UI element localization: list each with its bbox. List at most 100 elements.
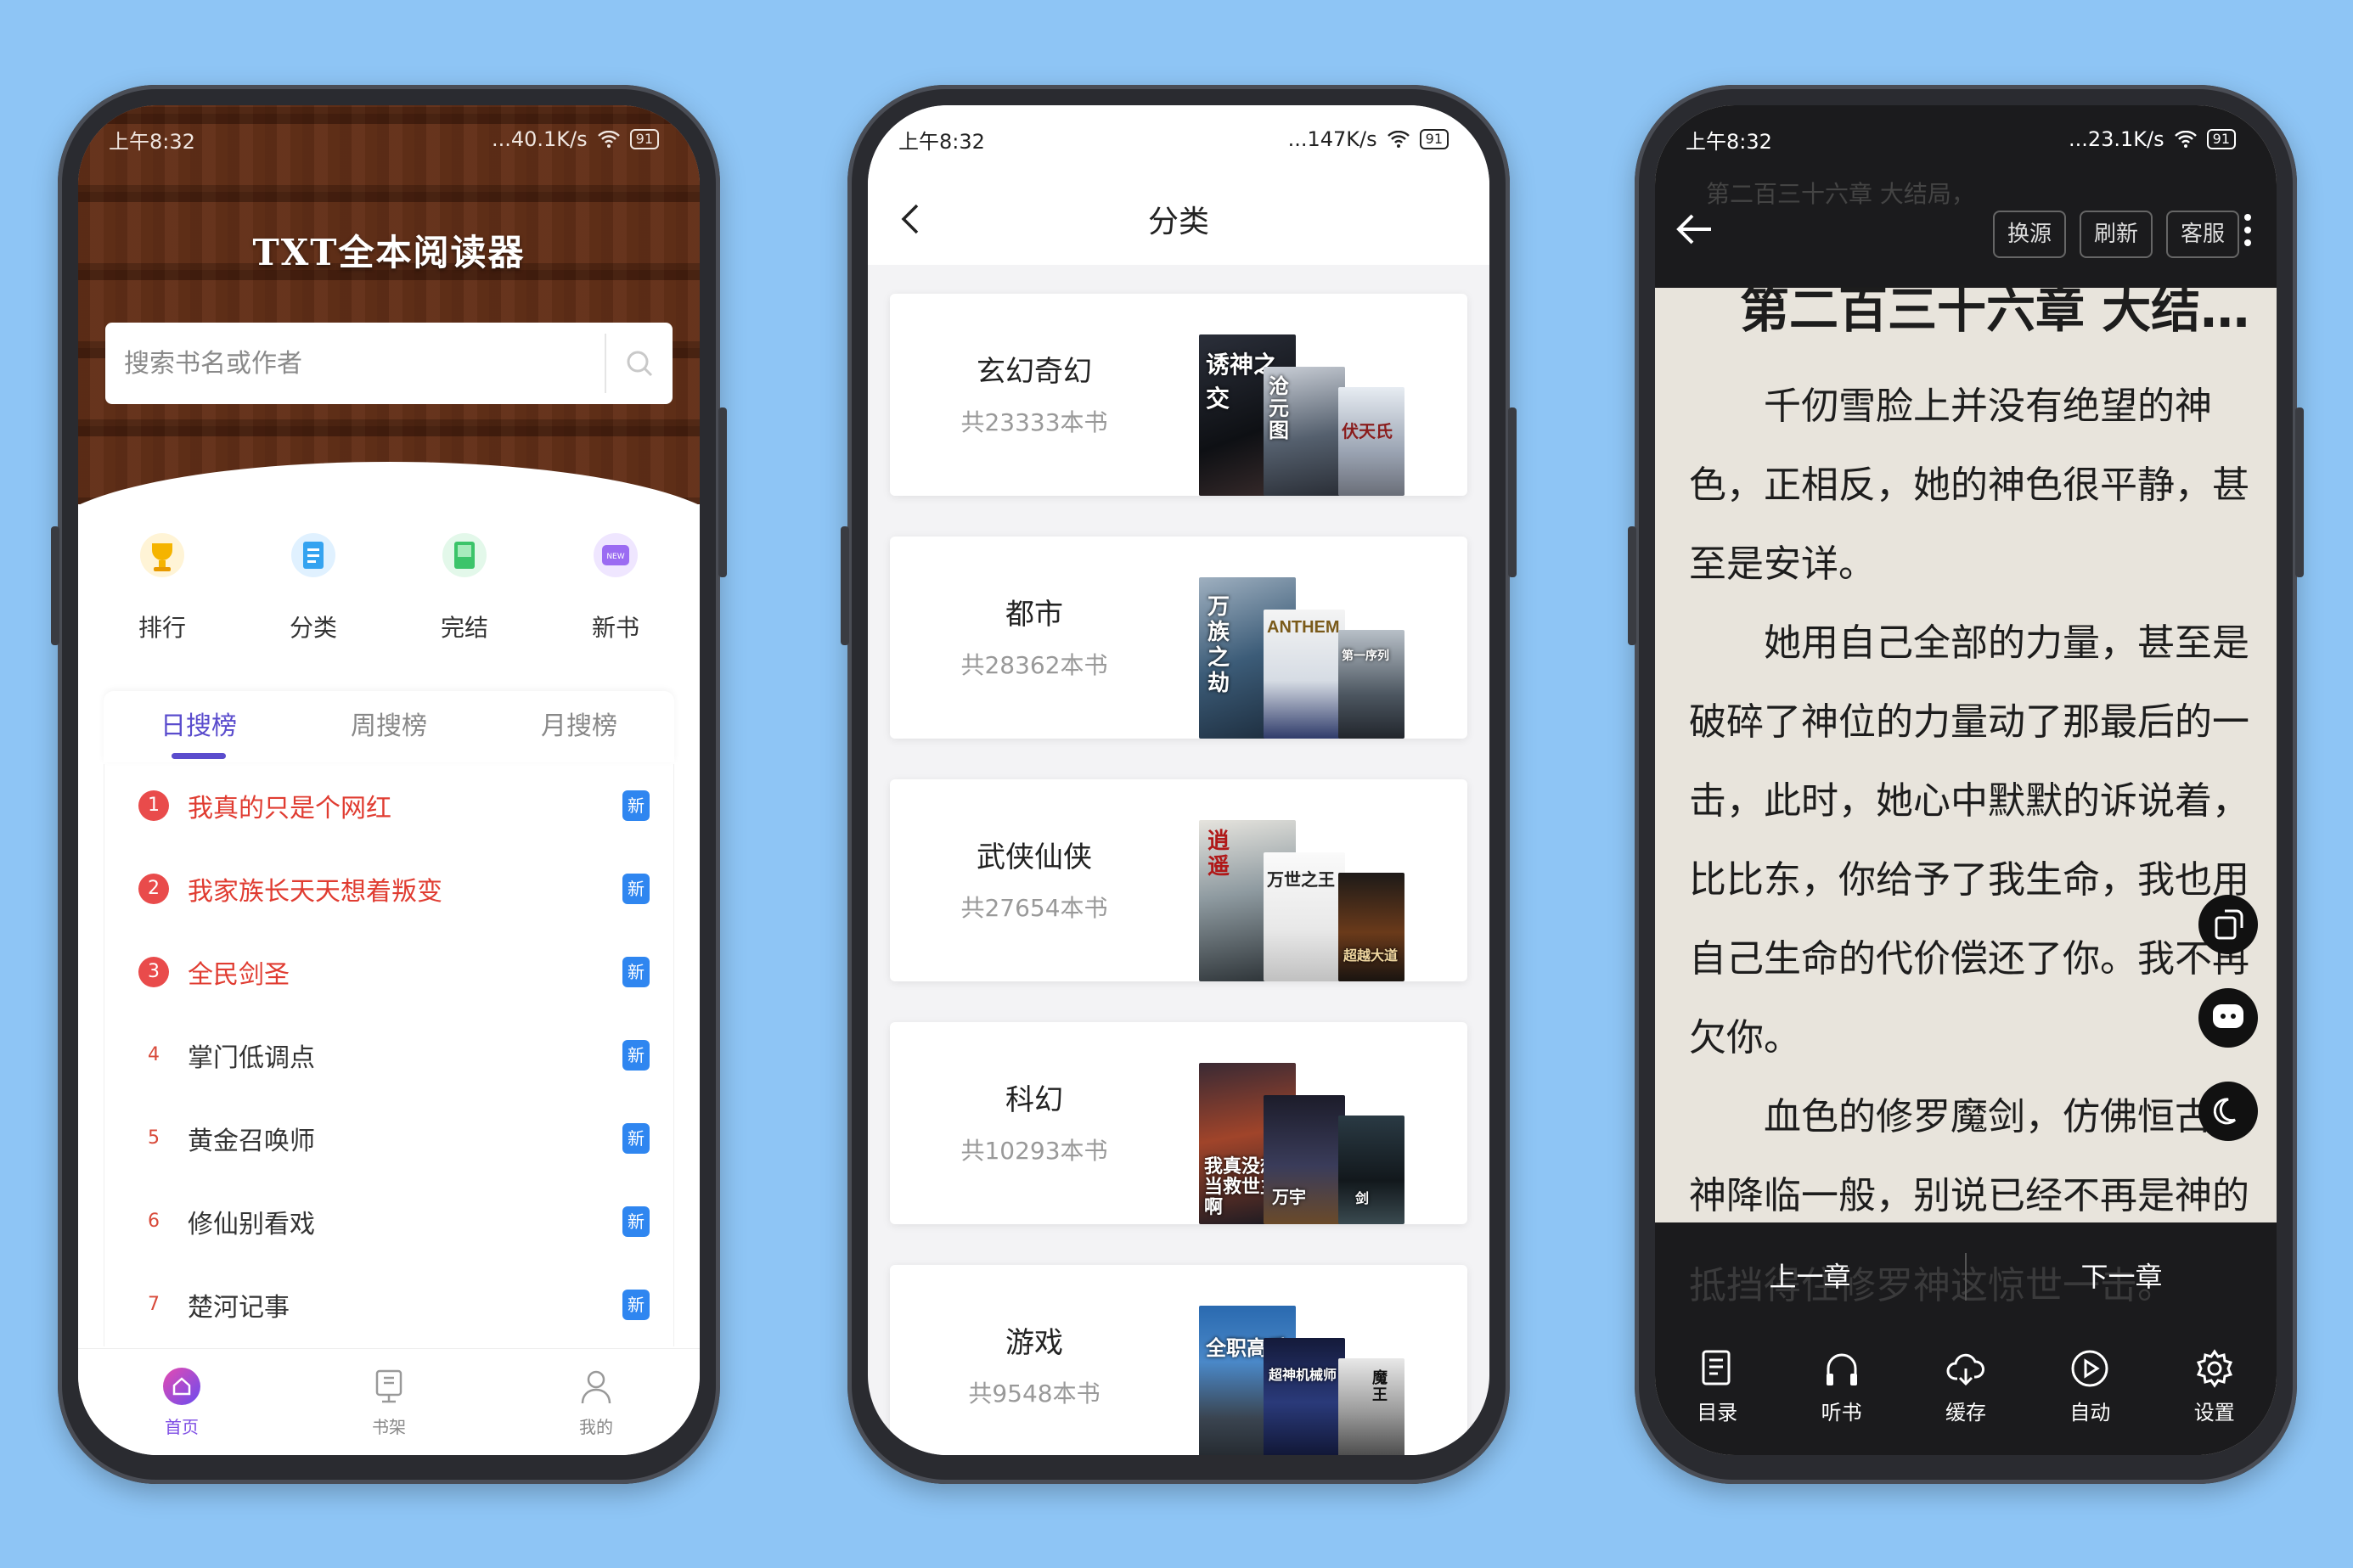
rotate-screen-icon[interactable] (2198, 895, 2258, 954)
home-screen: 上午8:32 ...40.1K/s 91 TXT全本阅读器 排行 分类 完结 N… (78, 105, 700, 1455)
tool-cache[interactable]: 缓存 (1919, 1341, 2012, 1425)
cover-title: 万宇 (1272, 1187, 1306, 1207)
nav-mine[interactable]: 我的 (545, 1366, 647, 1438)
network-speed: ...23.1K/s (2068, 127, 2164, 151)
new-badge: 新 (622, 1123, 650, 1154)
trophy-icon (137, 530, 188, 581)
customer-service-button[interactable]: 客服 (2166, 211, 2239, 258)
category-name: 玄幻奇幻 (977, 355, 1092, 389)
tool-auto-label: 自动 (2069, 1401, 2111, 1425)
chat-icon[interactable] (2198, 988, 2258, 1048)
shortcut-ranking[interactable]: 排行 (103, 530, 222, 643)
reader-toolbar: 目录 听书 缓存 自动 设置 (1655, 1341, 2277, 1425)
search-icon[interactable] (606, 349, 673, 378)
shortcut-category-label: 分类 (289, 614, 337, 642)
more-menu-icon[interactable] (2243, 214, 2253, 252)
shortcut-new-label: 新书 (591, 614, 639, 642)
cover-title: ANTHEM (1267, 618, 1340, 637)
list-item[interactable]: 4 掌门低调点 新 (104, 1014, 673, 1097)
tool-settings[interactable]: 设置 (2168, 1341, 2261, 1425)
book-cover: ANTHEM (1264, 610, 1345, 739)
headphones-icon (1795, 1341, 1889, 1389)
category-shortcuts: 排行 分类 完结 NEW 新书 (78, 530, 700, 643)
nav-bookshelf[interactable]: 书架 (338, 1366, 440, 1438)
rank-number: 3 (138, 957, 169, 987)
book-title: 全民剑圣 (188, 960, 290, 990)
svg-text:NEW: NEW (606, 553, 624, 561)
tool-listen[interactable]: 听书 (1795, 1341, 1889, 1425)
cover-title: 万世之王 (1267, 869, 1335, 890)
book-cover: 剑 (1338, 1116, 1404, 1224)
app-title: TXT全本阅读器 (252, 232, 526, 273)
previous-chapter-button[interactable]: 上一章 (1655, 1243, 1965, 1311)
search-bar[interactable] (105, 323, 673, 404)
book-title: 我家族长天天想着叛变 (188, 877, 442, 907)
status-time: 上午8:32 (109, 129, 195, 154)
list-item[interactable]: 7 楚河记事 新 (104, 1263, 673, 1346)
book-cover: 伏天氏 (1338, 387, 1404, 496)
status-time: 上午8:32 (1686, 129, 1772, 154)
nav-home-label: 首页 (165, 1417, 199, 1437)
tool-auto[interactable]: 自动 (2043, 1341, 2136, 1425)
new-badge: 新 (622, 1206, 650, 1237)
tab-weekly[interactable]: 周搜榜 (294, 691, 484, 762)
tool-catalog[interactable]: 目录 (1670, 1341, 1764, 1425)
battery-icon: 91 (2206, 129, 2236, 149)
category-card-wuxia[interactable]: 武侠仙侠 共27654本书 逍遥 万世之王 超越大道 (890, 779, 1467, 981)
rank-number: 4 (148, 1044, 160, 1065)
change-source-button[interactable]: 换源 (1993, 211, 2066, 258)
cover-title: 逍遥 (1207, 829, 1230, 880)
status-bar: 上午8:32 ...23.1K/s 91 (1655, 105, 2277, 173)
cover-title: 超神机械师 (1269, 1367, 1337, 1383)
paragraph: 千仞雪脸上并没有绝望的神色，正相反，她的神色很平静，甚至是安详。 (1689, 385, 2249, 586)
category-name: 武侠仙侠 (977, 840, 1092, 874)
back-arrow-icon[interactable] (888, 195, 936, 243)
category-card-fantasy[interactable]: 玄幻奇幻 共23333本书 诱神之交 沧元图 伏天氏 (890, 294, 1467, 496)
book-cover: 超越大道 (1338, 873, 1404, 981)
cover-title: 万族之劫 (1207, 594, 1230, 696)
list-item[interactable]: 2 我家族长天天想着叛变 新 (104, 847, 673, 930)
new-badge: 新 (622, 790, 650, 821)
shortcut-finished-label: 完结 (440, 614, 488, 642)
category-icon (288, 530, 339, 581)
tab-daily[interactable]: 日搜榜 (104, 691, 294, 762)
cover-title: 超越大道 (1343, 947, 1399, 964)
nav-home[interactable]: 首页 (131, 1366, 233, 1438)
shortcut-finished[interactable]: 完结 (405, 530, 524, 643)
shortcut-new[interactable]: NEW 新书 (556, 530, 675, 643)
category-count: 共28362本书 (960, 651, 1108, 679)
reader-bottom-bar: 抵挡得住修罗神这惊世一击。 上一章 下一章 目录 听书 缓存 自动 设置 (1655, 1222, 2277, 1455)
search-input[interactable] (105, 323, 605, 404)
cover-title: 魔王 (1372, 1369, 1388, 1404)
night-mode-icon[interactable] (2198, 1082, 2258, 1141)
wifi-icon (597, 131, 620, 148)
list-item[interactable]: 3 全民剑圣 新 (104, 930, 673, 1014)
settings-icon (2168, 1341, 2261, 1389)
rank-number: 1 (138, 790, 169, 821)
cover-title: 第一序列 (1342, 649, 1389, 663)
phone-categories: 上午8:32 ...147K/s 91 分类 玄幻奇幻 共23333本书 诱神之… (841, 85, 1517, 1484)
categories-screen: 上午8:32 ...147K/s 91 分类 玄幻奇幻 共23333本书 诱神之… (868, 105, 1489, 1455)
new-badge: 新 (622, 1040, 650, 1071)
list-item[interactable]: 5 黄金召唤师 新 (104, 1097, 673, 1180)
tool-listen-label: 听书 (1821, 1401, 1862, 1425)
shortcut-category[interactable]: 分类 (254, 530, 373, 643)
list-item[interactable]: 1 我真的只是个网红 新 (104, 764, 673, 847)
category-card-urban[interactable]: 都市 共28362本书 万族之劫 ANTHEM 第一序列 (890, 537, 1467, 739)
next-chapter-button[interactable]: 下一章 (1967, 1243, 2277, 1311)
list-item[interactable]: 6 修仙别看戏 新 (104, 1180, 673, 1263)
book-done-icon (439, 530, 490, 581)
category-count: 共9548本书 (968, 1380, 1101, 1408)
new-badge: 新 (622, 874, 650, 904)
ranking-tabs: 日搜榜 周搜榜 月搜榜 (104, 691, 674, 762)
network-speed: ...40.1K/s (491, 127, 588, 151)
tab-monthly[interactable]: 月搜榜 (484, 691, 674, 762)
status-bar: 上午8:32 ...147K/s 91 (868, 105, 1489, 173)
category-name: 游戏 (1005, 1326, 1063, 1360)
refresh-button[interactable]: 刷新 (2080, 211, 2153, 258)
tool-cache-label: 缓存 (1945, 1401, 1986, 1425)
category-card-game[interactable]: 游戏 共9548本书 全职高手 超神机械师 魔王 (890, 1265, 1467, 1455)
title-bar: 分类 (868, 173, 1489, 265)
back-arrow-icon[interactable] (1672, 207, 1716, 251)
category-card-scifi[interactable]: 科幻 共10293本书 我真没想当救世主啊 万宇 剑 (890, 1022, 1467, 1224)
